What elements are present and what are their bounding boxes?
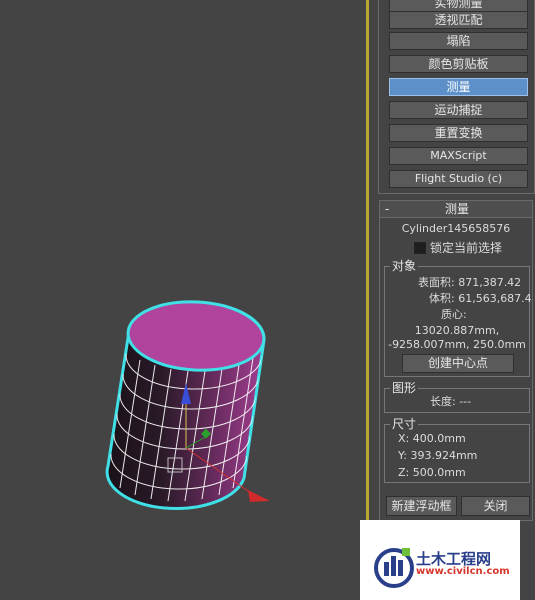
shape-group-legend: 图形 [390,381,419,395]
create-center-point-button[interactable]: 创建中心点 [402,354,514,373]
center-of-mass-line1: 13020.887mm, [414,324,500,337]
dimension-y: Y: 393.924mm [398,449,478,462]
button-color-clipboard[interactable]: 颜色剪贴板 [389,55,528,73]
new-floater-button[interactable]: 新建浮动框 [386,496,457,516]
button-motion-capture[interactable]: 运动捕捉 [389,101,528,119]
button-collapse[interactable]: 塌陷 [389,32,528,50]
collapse-icon[interactable]: - [385,201,389,217]
close-button[interactable]: 关闭 [461,496,530,516]
object-group-legend: 对象 [390,259,419,273]
object-name: Cylinder145658576 [401,222,511,235]
measure-rollout-header[interactable]: 测量 - [379,200,533,218]
dimensions-group-legend: 尺寸 [390,417,419,431]
surface-area-value: 表面积: 871,387.42 [418,276,522,289]
center-of-mass-label: 质心: [441,308,467,321]
button-reset-xform[interactable]: 重置变换 [389,124,528,142]
volume-value: 体积: 61,563,687.4 [429,292,532,305]
length-value: 长度: --- [430,395,472,408]
button-perspective-match[interactable]: 透视匹配 [389,11,528,29]
button-maxscript[interactable]: MAXScript [389,147,528,165]
dimension-z: Z: 500.0mm [398,466,466,479]
button-flight-studio[interactable]: Flight Studio (c) [389,170,528,188]
dimension-x: X: 400.0mm [398,432,466,445]
measure-rollout-title: 测量 [444,202,469,216]
cylinder-object[interactable] [0,0,366,600]
lock-selection-checkbox[interactable] [414,242,426,254]
center-of-mass-line2: -9258.007mm, 250.0mm [388,338,526,351]
button-measure[interactable]: 测量 [389,78,528,96]
lock-selection-label: 锁定当前选择 [430,241,503,255]
watermark-logo-icon [374,548,414,588]
watermark-url: www.civilcn.com [416,566,510,577]
viewport[interactable] [0,0,366,600]
